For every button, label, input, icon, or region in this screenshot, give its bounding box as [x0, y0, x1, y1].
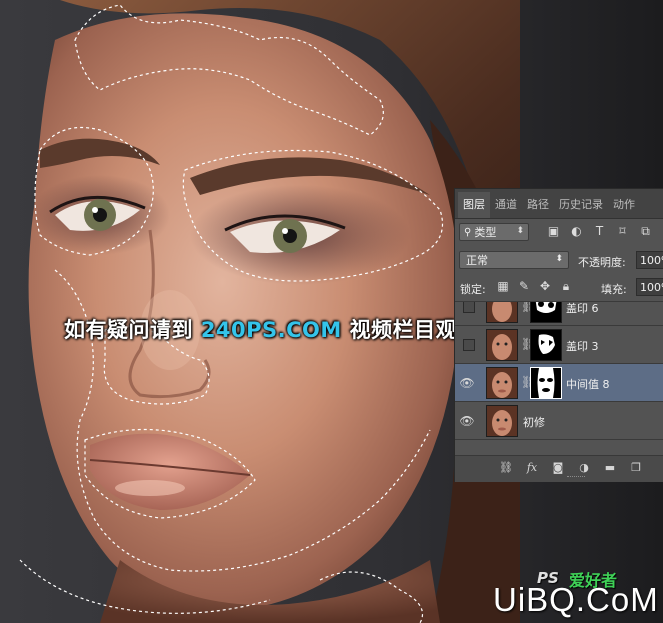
watermark-prefix: 如有疑问请到 [64, 318, 201, 342]
tab-channels[interactable]: 通道 [490, 192, 522, 218]
layer-row[interactable]: ⛓ 盖印 3 [455, 326, 663, 364]
layer-thumbnail [486, 367, 518, 399]
lock-all-icon[interactable]: 🔒︎ [560, 280, 572, 293]
lock-label: 锁定: [460, 283, 486, 296]
new-group-icon[interactable]: ▬ [603, 461, 617, 475]
layer-name: 中间值 8 [566, 378, 610, 391]
type-filter-icon[interactable]: T [593, 224, 606, 238]
panel-resize-grip[interactable] [567, 476, 585, 480]
chevron-updown-icon: ⬍ [555, 254, 563, 264]
tab-history[interactable]: 历史记录 [554, 192, 608, 218]
layer-thumbnail [486, 302, 518, 323]
link-layers-icon[interactable]: ⛓ [499, 461, 513, 475]
watermark-site: 240PS.COM [200, 318, 342, 342]
layer-row[interactable]: 👁︎ 初修 [455, 402, 663, 440]
layer-row[interactable]: ⛓ 盖印 6 [455, 302, 663, 326]
adjustment-layer-icon[interactable]: ◑ [577, 461, 591, 475]
filter-kind-select[interactable]: ⚲ 类型 ⬍ [459, 223, 529, 241]
layer-mask-thumbnail[interactable] [530, 329, 562, 361]
fill-input[interactable]: 100% [636, 278, 663, 296]
tab-actions[interactable]: 动作 [608, 192, 640, 218]
layer-mask-thumbnail[interactable] [530, 302, 562, 323]
blend-mode-select[interactable]: 正常 ⬍ [459, 251, 569, 269]
layer-mask-thumbnail[interactable] [530, 367, 562, 399]
chevron-updown-icon: ⬍ [516, 226, 524, 236]
panel-footer: ⛓ fx ◙ ◑ ▬ ❐ [455, 455, 663, 482]
smart-object-filter-icon[interactable]: ⧉ [639, 224, 652, 238]
layer-filter-row: ⚲ 类型 ⬍ ▣ ◐ T ⌑ ⧉ [455, 221, 663, 245]
layer-thumbnail [486, 329, 518, 361]
layer-thumbnail [486, 405, 518, 437]
eye-icon[interactable]: 👁︎ [458, 374, 476, 392]
logo-main-text: UiBQ.CoM [493, 581, 659, 618]
image-filter-icon[interactable]: ▣ [547, 224, 560, 238]
lock-row: 锁定: ▦ ✎ ✥ 🔒︎ 填充: 100% [455, 277, 663, 299]
search-icon: ⚲ [464, 226, 472, 238]
new-layer-icon[interactable]: ❐ [629, 461, 643, 475]
layer-name: 初修 [523, 416, 545, 429]
adjustment-filter-icon[interactable]: ◐ [570, 224, 583, 238]
eye-icon[interactable]: 👁︎ [458, 412, 476, 430]
fill-label: 填充: [601, 283, 627, 296]
layer-name: 盖印 6 [566, 302, 599, 315]
site-logo: PS 爱好者 UiBQ.CoM [489, 567, 659, 619]
panel-tabs: 图层 通道 路径 历史记录 动作 [455, 189, 663, 219]
tab-layers[interactable]: 图层 [458, 192, 490, 218]
blend-mode-value: 正常 [466, 254, 488, 267]
layers-list: ⛓ 盖印 6 ⛓ 盖印 3 👁︎ ⛓ 中间值 8 👁︎ 初修 [455, 301, 663, 454]
filter-kind-label: 类型 [474, 226, 497, 239]
opacity-label: 不透明度: [578, 256, 626, 269]
tab-paths[interactable]: 路径 [522, 192, 554, 218]
fx-icon[interactable]: fx [525, 461, 539, 475]
opacity-input[interactable]: 100% [636, 251, 663, 269]
visibility-toggle[interactable] [463, 339, 475, 351]
layer-name: 盖印 3 [566, 340, 599, 353]
blend-row: 正常 ⬍ 不透明度: 100% [455, 249, 663, 273]
lock-move-icon[interactable]: ✥ [539, 280, 551, 293]
shape-filter-icon[interactable]: ⌑ [616, 224, 629, 238]
lock-brush-icon[interactable]: ✎ [518, 280, 530, 293]
lock-transparent-icon[interactable]: ▦ [497, 280, 509, 293]
visibility-toggle[interactable] [463, 302, 475, 313]
add-mask-icon[interactable]: ◙ [551, 461, 565, 475]
layer-row[interactable]: 👁︎ ⛓ 中间值 8 [455, 364, 663, 402]
layers-panel: 图层 通道 路径 历史记录 动作 ⚲ 类型 ⬍ ▣ ◐ T ⌑ ⧉ 正常 ⬍ 不… [454, 188, 663, 482]
